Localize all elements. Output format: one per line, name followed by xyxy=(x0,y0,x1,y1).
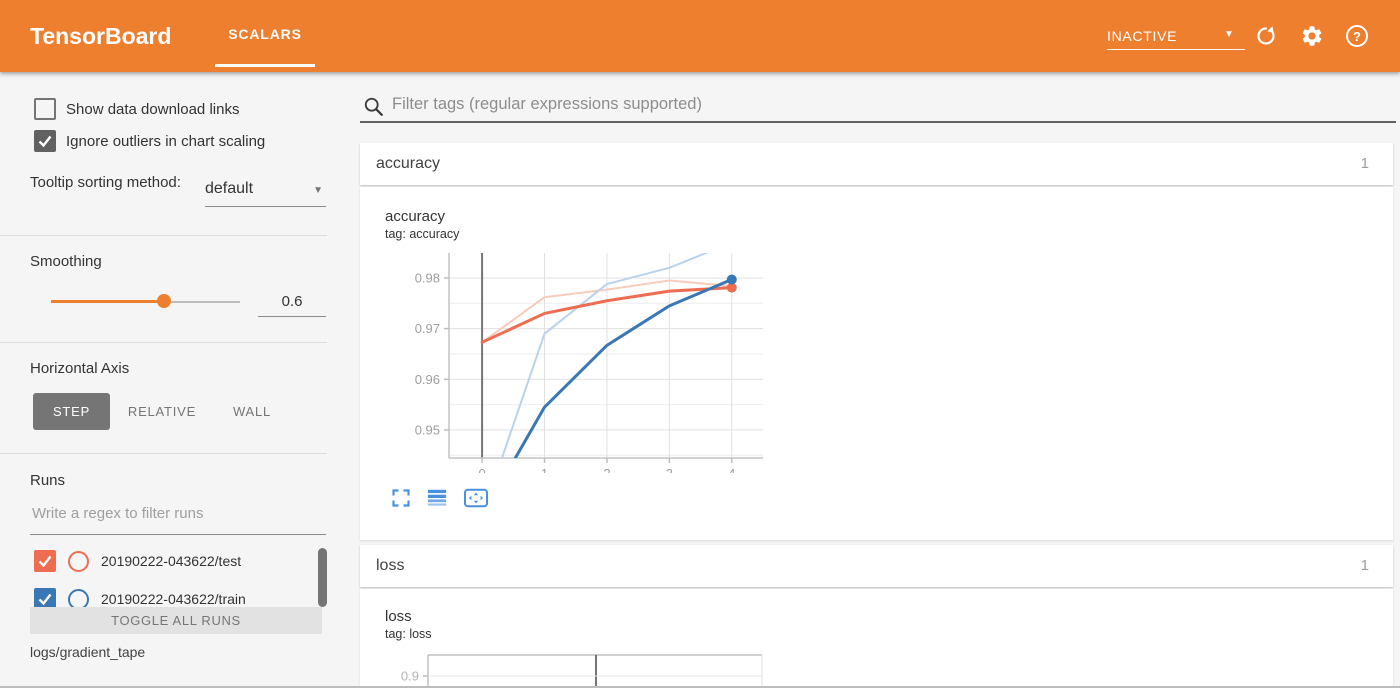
svg-text:3: 3 xyxy=(666,466,673,473)
help-icon[interactable]: ? xyxy=(1345,24,1369,48)
run-train-label: 20190222-043622/train xyxy=(101,591,246,607)
divider xyxy=(0,235,327,236)
filter-tags-underline xyxy=(360,121,1396,123)
loss-chart-card: loss tag: loss 0.9 xyxy=(360,589,1393,688)
svg-text:0.97: 0.97 xyxy=(415,321,440,336)
status-dropdown[interactable]: INACTIVE ▼ xyxy=(1107,0,1247,72)
tab-scalars[interactable]: SCALARS xyxy=(215,0,315,68)
runs-filter-input[interactable] xyxy=(30,504,324,523)
run-row-test: 20190222-043622/test xyxy=(34,550,241,572)
svg-text:4: 4 xyxy=(728,466,735,473)
axis-wall-button[interactable]: WALL xyxy=(218,393,286,430)
status-underline xyxy=(1107,49,1245,50)
svg-text:2: 2 xyxy=(603,466,610,473)
accuracy-line-chart[interactable]: 0 1 2 3 4 0.95 0.96 0.97 0.98 xyxy=(375,248,775,473)
horizontal-axis-label: Horizontal Axis xyxy=(30,360,129,377)
tooltip-sorting-underline xyxy=(205,206,326,207)
settings-gear-icon[interactable] xyxy=(1300,24,1324,48)
section-header-accuracy[interactable]: accuracy 1 xyxy=(360,143,1393,185)
search-icon xyxy=(363,96,385,118)
app-title: TensorBoard xyxy=(30,0,171,72)
show-download-links-checkbox[interactable] xyxy=(34,98,56,120)
section-count-badge: 1 xyxy=(1361,143,1369,185)
chart-title: accuracy xyxy=(385,208,445,225)
runs-scrollbar[interactable] xyxy=(318,548,327,607)
tooltip-sorting-value: default xyxy=(205,180,253,197)
divider xyxy=(0,342,327,343)
status-label: INACTIVE xyxy=(1107,28,1177,44)
section-header-loss[interactable]: loss 1 xyxy=(360,545,1393,587)
runs-title: Runs xyxy=(30,472,65,489)
log-directory-label: logs/gradient_tape xyxy=(30,644,145,660)
chart-title: loss xyxy=(385,608,412,625)
ignore-outliers-label: Ignore outliers in chart scaling xyxy=(66,133,265,150)
toggle-all-runs-button[interactable]: TOGGLE ALL RUNS xyxy=(30,607,322,634)
run-test-color-radio[interactable] xyxy=(68,551,89,572)
section-title: loss xyxy=(376,545,404,587)
tooltip-sorting-dropdown[interactable]: default ▼ xyxy=(205,180,325,198)
smoothing-label: Smoothing xyxy=(30,253,102,270)
svg-text:?: ? xyxy=(1353,29,1361,44)
divider xyxy=(0,453,327,454)
sidebar: Show data download links Ignore outliers… xyxy=(0,72,345,688)
smoothing-value[interactable]: 0.6 xyxy=(258,293,326,310)
axis-relative-button[interactable]: RELATIVE xyxy=(118,393,206,430)
runs-filter-underline xyxy=(30,534,326,535)
svg-text:0: 0 xyxy=(478,466,485,473)
section-title: accuracy xyxy=(376,143,440,185)
svg-text:1: 1 xyxy=(541,466,548,473)
svg-text:0.98: 0.98 xyxy=(415,270,440,285)
show-download-links-label: Show data download links xyxy=(66,101,239,118)
chart-tag-label: tag: accuracy xyxy=(385,227,459,241)
run-test-label: 20190222-043622/test xyxy=(101,553,241,569)
refresh-icon[interactable] xyxy=(1254,24,1278,48)
smoothing-value-underline xyxy=(258,316,326,317)
axis-step-button[interactable]: STEP xyxy=(33,393,110,430)
chevron-down-icon: ▼ xyxy=(313,185,323,196)
smoothing-slider-thumb[interactable] xyxy=(157,294,171,308)
ignore-outliers-row: Ignore outliers in chart scaling xyxy=(34,130,265,152)
chevron-down-icon: ▼ xyxy=(1224,29,1234,40)
expand-chart-icon[interactable] xyxy=(391,488,411,508)
show-download-links-row: Show data download links xyxy=(34,98,239,120)
loss-line-chart[interactable]: 0.9 xyxy=(375,648,775,688)
app-header: TensorBoard SCALARS INACTIVE ▼ ? xyxy=(0,0,1400,72)
run-test-checkbox[interactable] xyxy=(34,550,56,572)
section-count-badge: 1 xyxy=(1361,545,1369,587)
filter-tags-input[interactable] xyxy=(390,94,1354,115)
fit-domain-icon[interactable] xyxy=(463,487,489,509)
chart-toolbar xyxy=(391,487,489,509)
tooltip-sorting-label: Tooltip sorting method: xyxy=(30,173,190,193)
svg-text:0.9: 0.9 xyxy=(401,669,419,684)
smoothing-slider-fill xyxy=(51,300,164,303)
accuracy-chart-card: accuracy tag: accuracy 0 1 2 3 4 0.95 0.96 0.97… xyxy=(360,187,1393,540)
svg-text:0.96: 0.96 xyxy=(415,372,440,387)
main-content: accuracy 1 accuracy tag: accuracy 012340… xyxy=(360,72,1400,688)
chart-tag-label: tag: loss xyxy=(385,627,432,641)
ignore-outliers-checkbox[interactable] xyxy=(34,130,56,152)
log-scale-icon[interactable] xyxy=(426,488,448,508)
tab-active-underline xyxy=(215,64,315,67)
svg-text:0.95: 0.95 xyxy=(415,422,440,437)
